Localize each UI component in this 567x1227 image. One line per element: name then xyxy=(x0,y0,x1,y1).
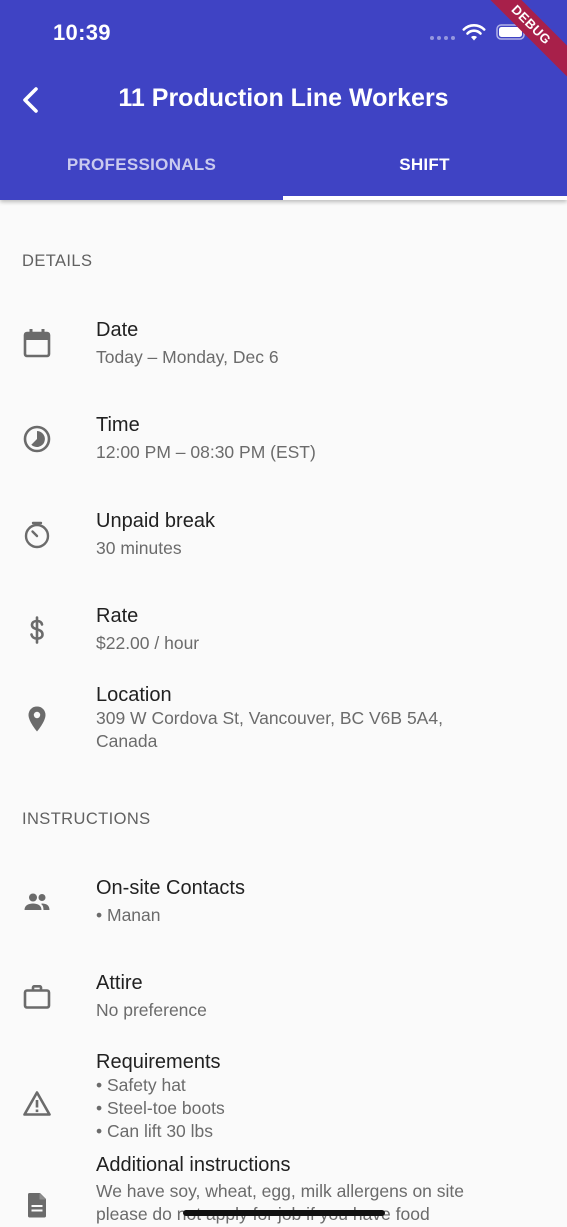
rate-title: Rate xyxy=(96,605,139,627)
unpaid-break-title: Unpaid break xyxy=(96,510,215,532)
timer-icon xyxy=(24,521,50,549)
redaction-mark xyxy=(183,1210,385,1216)
details-section-header: DETAILS xyxy=(22,252,93,270)
briefcase-icon xyxy=(23,985,51,1009)
date-value: Today – Monday, Dec 6 xyxy=(96,347,279,367)
additional-instructions-title: Additional instructions xyxy=(96,1154,291,1176)
attire-value: No preference xyxy=(96,1000,207,1020)
on-site-contacts-title: On-site Contacts xyxy=(96,877,245,899)
requirements-list: • Safety hat • Steel-toe boots • Can lif… xyxy=(96,1074,536,1143)
rate-value: $22.00 / hour xyxy=(96,633,200,653)
list-item: • Can lift 30 lbs xyxy=(96,1121,214,1141)
tab-indicator xyxy=(283,196,567,200)
on-site-contacts-value: • Manan xyxy=(96,905,161,925)
location-line-1: 309 W Cordova St, Vancouver, BC V6B 5A4, xyxy=(96,708,443,728)
list-item: • Safety hat xyxy=(96,1075,186,1095)
tab-professionals[interactable]: PROFESSIONALS xyxy=(0,155,283,175)
requirements-title: Requirements xyxy=(96,1051,221,1073)
location-value: 309 W Cordova St, Vancouver, BC V6B 5A4,… xyxy=(96,707,536,753)
dollar-icon xyxy=(30,616,44,644)
clock-icon xyxy=(23,425,51,453)
debug-banner: DEBUG xyxy=(473,0,567,83)
additional-instructions-line-1: We have soy, wheat, egg, milk allergens … xyxy=(96,1181,465,1201)
list-item: • Steel-toe boots xyxy=(96,1098,225,1118)
people-icon xyxy=(24,893,50,910)
additional-instructions-value: We have soy, wheat, egg, milk allergens … xyxy=(96,1180,536,1226)
tab-shift[interactable]: SHIFT xyxy=(283,155,566,175)
unpaid-break-value: 30 minutes xyxy=(96,538,182,558)
time-title: Time xyxy=(96,414,140,436)
date-title: Date xyxy=(96,319,139,341)
wifi-icon xyxy=(462,24,486,41)
status-time: 10:39 xyxy=(53,20,111,45)
instructions-section-header: INSTRUCTIONS xyxy=(22,810,151,828)
attire-title: Attire xyxy=(96,972,143,994)
cellular-signal-icon xyxy=(430,36,455,40)
calendar-icon xyxy=(23,329,51,358)
location-line-2: Canada xyxy=(96,731,158,751)
location-title: Location xyxy=(96,684,172,706)
app-bar: 10:39 DEBUG 11 Production Line Workers P… xyxy=(0,0,567,200)
location-pin-icon xyxy=(28,706,46,732)
document-icon xyxy=(28,1193,46,1218)
page-title: 11 Production Line Workers xyxy=(118,84,449,112)
time-value: 12:00 PM – 08:30 PM (EST) xyxy=(96,442,316,462)
warning-icon xyxy=(23,1091,51,1116)
